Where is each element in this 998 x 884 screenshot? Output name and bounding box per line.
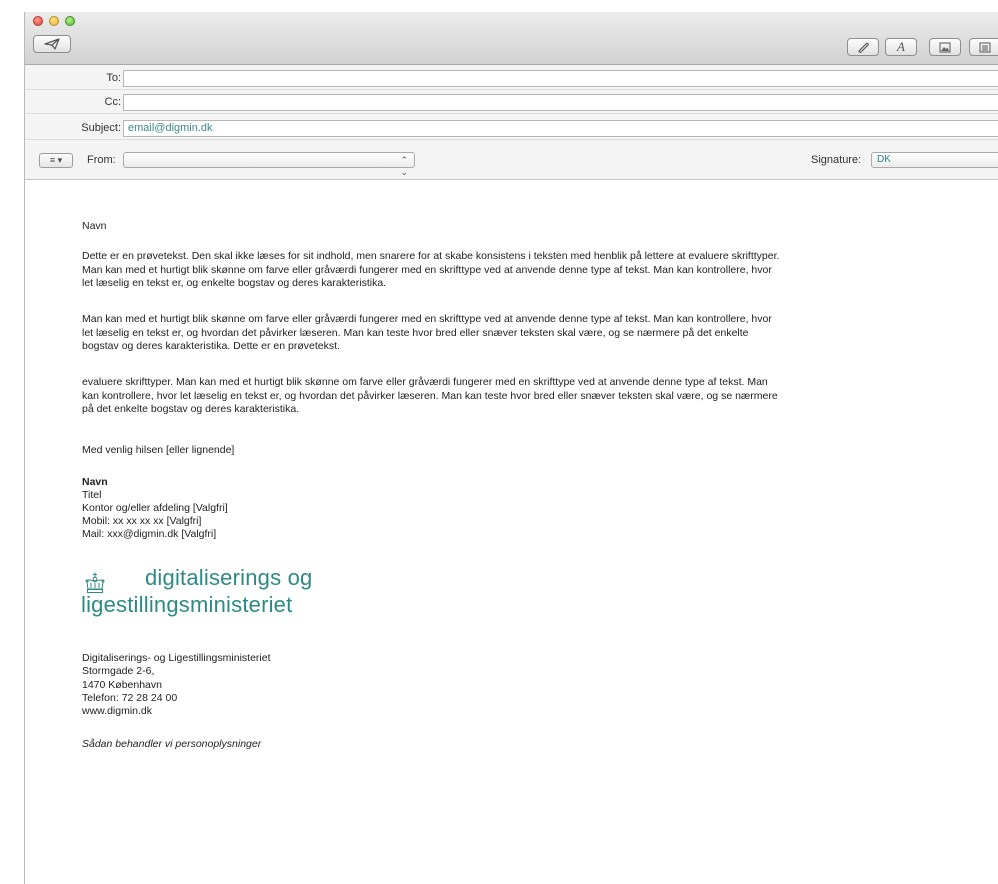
address-web-link[interactable]: www.digmin.dk: [82, 705, 782, 718]
address-street: Stormgade 2-6,: [82, 665, 155, 678]
address-org: Digitaliserings- og Ligestillingsministe…: [82, 652, 271, 664]
minimize-window-button[interactable]: [49, 16, 59, 26]
address-phone: Telefon: 72 28 24 00: [82, 691, 178, 704]
to-field[interactable]: [123, 70, 998, 87]
closing-line: Med venlig hilsen [eller lignende]: [82, 444, 235, 456]
subject-field[interactable]: email@digmin.dk: [123, 120, 998, 137]
cc-field[interactable]: [123, 94, 998, 111]
paper-plane-icon: [44, 38, 60, 50]
signature-mobile: Mobil: xx xx xx xx [Valgfri]: [82, 515, 202, 527]
message-body[interactable]: Navn Dette er en prøvetekst. Den skal ik…: [25, 180, 998, 884]
photo-browser-icon: [939, 42, 951, 52]
subject-row: Subject: email@digmin.dk: [25, 117, 998, 140]
from-select[interactable]: ⌃ ⌄: [123, 152, 415, 177]
close-window-button[interactable]: [33, 16, 43, 26]
subject-label: Subject:: [81, 122, 121, 134]
signature-title: Titel: [82, 489, 102, 501]
cc-label: Cc:: [104, 96, 122, 108]
body-paragraph-2: Man kan med et hurtigt blik skønne om fa…: [82, 313, 772, 352]
signature-select[interactable]: DK: [871, 152, 998, 168]
stationery-icon: [979, 42, 991, 52]
cc-row: Cc:: [25, 91, 998, 114]
from-label: From:: [87, 154, 116, 166]
photo-browser-button[interactable]: [929, 38, 961, 56]
format-fonts-button[interactable]: A: [885, 38, 917, 56]
stationery-button[interactable]: [969, 38, 998, 56]
body-paragraph-3: evaluere skrifttyper. Man kan med et hur…: [82, 376, 778, 415]
compose-window: A To: Cc: Subject: email@digmin.dk ≡ ▾ F…: [24, 12, 998, 884]
signature-block: Navn Titel Kontor og/eller afdeling [Val…: [82, 476, 782, 541]
signature-mail: Mail: xxx@digmin.dk [Valgfri]: [82, 528, 217, 540]
paperclip-icon: [858, 42, 869, 53]
format-label: A: [897, 39, 905, 54]
logo-text-line-1: digitaliserings og: [145, 565, 313, 590]
crown-icon: [85, 572, 105, 593]
logo-text-line-2: ligestillingsministeriet: [81, 592, 293, 617]
signature-name: Navn: [82, 476, 108, 488]
address-city: 1470 København: [82, 678, 162, 691]
attach-button[interactable]: [847, 38, 879, 56]
message-headers: To: Cc: Subject: email@digmin.dk ≡ ▾ Fro…: [25, 65, 998, 180]
ministry-logo: digitaliserings og ligestillingsminister…: [81, 565, 341, 630]
send-button[interactable]: [33, 35, 71, 53]
to-row: To:: [25, 67, 998, 90]
to-label: To:: [106, 72, 121, 84]
from-row: ≡ ▾ From: ⌃ ⌄ Signature: DK: [25, 145, 998, 177]
signature-value: DK: [877, 154, 891, 165]
header-fields-menu-button[interactable]: ≡ ▾: [39, 153, 73, 168]
privacy-link[interactable]: Sådan behandler vi personoplysninger: [82, 738, 782, 752]
select-arrows-icon: ⌃ ⌄: [400, 155, 408, 177]
signature-department: Kontor og/eller afdeling [Valgfri]: [82, 502, 228, 514]
body-paragraph-1: Dette er en prøvetekst. Den skal ikke læ…: [82, 250, 780, 289]
signature-label: Signature:: [811, 154, 862, 166]
greeting-name: Navn: [82, 220, 107, 232]
address-block: Digitaliserings- og Ligestillingsministe…: [82, 652, 782, 718]
zoom-window-button[interactable]: [65, 16, 75, 26]
title-toolbar: A: [25, 12, 998, 65]
